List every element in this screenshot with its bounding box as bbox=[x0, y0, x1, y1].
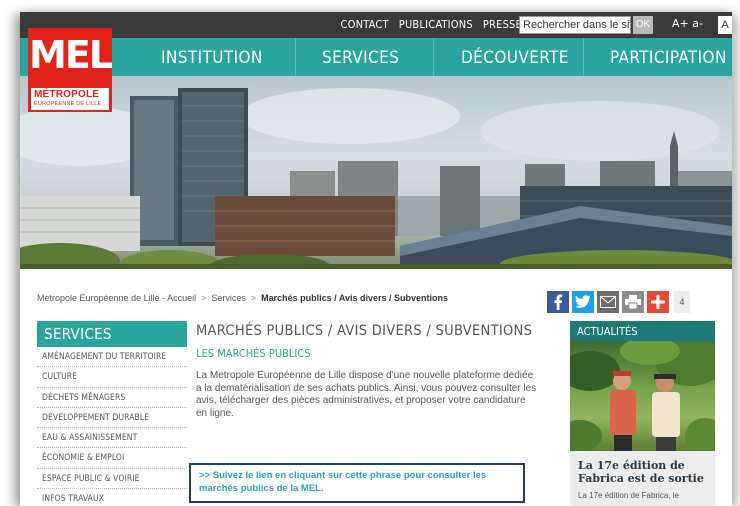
news-photo-illustration bbox=[570, 341, 715, 451]
sidebar-item-economie[interactable]: ÉCONOMIE & EMPLOI bbox=[37, 448, 187, 469]
mail-icon bbox=[600, 296, 616, 308]
logo-wordmark: MEL bbox=[29, 33, 113, 77]
sidebar-item-amenagement[interactable]: AMÉNAGEMENT DU TERRITOIRE bbox=[37, 347, 187, 368]
breadcrumb: Metropole Européenne de Lille - Accueil >… bbox=[37, 293, 448, 303]
sidebar-title: SERVICES bbox=[37, 321, 187, 347]
breadcrumb-separator: > bbox=[201, 293, 207, 303]
nav-services[interactable]: SERVICES bbox=[322, 38, 399, 76]
section-subtitle: LES MARCHÉS PUBLICS bbox=[196, 347, 311, 360]
actualites-photo[interactable] bbox=[570, 341, 715, 451]
nav-institution[interactable]: INSTITUTION bbox=[161, 38, 263, 76]
plus-icon bbox=[651, 295, 665, 309]
logo-europeenne: EUROPÉENNE DE LILLE bbox=[34, 101, 102, 107]
actualites-heading: ACTUALITÉS bbox=[570, 321, 715, 341]
sidebar-item-developpement[interactable]: DÉVELOPPEMENT DURABLE bbox=[37, 408, 187, 429]
page-title: MARCHÉS PUBLICS / AVIS DIVERS / SUBVENTI… bbox=[196, 323, 533, 339]
more-share-button[interactable] bbox=[647, 291, 669, 313]
print-button[interactable] bbox=[622, 291, 644, 313]
breadcrumb-current: Marchés publics / Avis divers / Subventi… bbox=[261, 293, 449, 303]
sidebar-item-eau[interactable]: EAU & ASSAINISSEMENT bbox=[37, 428, 187, 449]
sidebar-item-infos-travaux[interactable]: INFOS TRAVAUX bbox=[37, 489, 187, 506]
share-bar: 4 bbox=[547, 291, 690, 313]
sidebar-item-espace-public[interactable]: ESPACE PUBLIC & VOIRIE bbox=[37, 469, 187, 490]
search-input[interactable]: Rechercher dans le site bbox=[519, 16, 631, 34]
nav-divider bbox=[583, 38, 584, 76]
logo-subtitle-box: MÉTROPOLE EUROPÉENNE DE LILLE bbox=[31, 88, 109, 110]
hero-city-image bbox=[20, 76, 732, 269]
font-size-reset-button[interactable]: A bbox=[718, 16, 732, 34]
publications-link[interactable]: PUBLICATIONS bbox=[399, 18, 473, 31]
facebook-share-button[interactable] bbox=[547, 291, 569, 313]
main-content: MARCHÉS PUBLICS / AVIS DIVERS / SUBVENTI… bbox=[189, 321, 542, 503]
share-count: 4 bbox=[674, 291, 690, 313]
page-frame: CONTACT PUBLICATIONS PRESSE Rechercher d… bbox=[20, 12, 732, 506]
nav-divider bbox=[295, 38, 296, 76]
print-icon bbox=[625, 295, 641, 309]
search-ok-button[interactable]: OK bbox=[633, 16, 653, 34]
nav-participation[interactable]: PARTICIPATION bbox=[610, 38, 727, 76]
services-sidebar: SERVICES AMÉNAGEMENT DU TERRITOIRE CULTU… bbox=[37, 321, 187, 506]
actualites-panel: ACTUALITÉS La 17e édition de Fabrica est… bbox=[570, 321, 715, 506]
breadcrumb-services-link[interactable]: Services bbox=[211, 293, 246, 303]
mel-logo[interactable]: MEL MÉTROPOLE EUROPÉENNE DE LILLE bbox=[28, 28, 113, 112]
top-utility-bar: CONTACT PUBLICATIONS PRESSE Rechercher d… bbox=[20, 12, 732, 38]
email-share-button[interactable] bbox=[597, 291, 619, 313]
main-nav: INSTITUTION SERVICES DÉCOUVERTE PARTICIP… bbox=[20, 38, 732, 76]
marches-publics-link[interactable]: >> Suivez le lien en cliquant sur cette … bbox=[189, 463, 525, 503]
sidebar-item-culture[interactable]: CULTURE bbox=[37, 367, 187, 388]
contact-link[interactable]: CONTACT bbox=[341, 18, 389, 31]
utility-links: CONTACT PUBLICATIONS PRESSE bbox=[341, 18, 522, 31]
breadcrumb-separator: > bbox=[250, 293, 257, 303]
intro-paragraph: La Metropole Européenne de Lille dispose… bbox=[196, 370, 537, 419]
actualites-excerpt: La 17e édition de Fabrica, le bbox=[578, 491, 679, 500]
nav-divider bbox=[433, 38, 434, 76]
sidebar-item-dechets[interactable]: DÉCHETS MÉNAGERS bbox=[37, 388, 187, 408]
nav-decouverte[interactable]: DÉCOUVERTE bbox=[461, 38, 569, 76]
actualites-caption[interactable]: La 17e édition de Fabrica est de sortie bbox=[570, 451, 715, 485]
city-skyline-illustration bbox=[20, 88, 732, 269]
twitter-icon bbox=[575, 295, 591, 308]
font-size-controls[interactable]: A+ a- bbox=[672, 17, 703, 30]
facebook-icon bbox=[554, 294, 563, 310]
logo-metropole: MÉTROPOLE bbox=[34, 89, 100, 100]
twitter-share-button[interactable] bbox=[572, 291, 594, 313]
presse-link[interactable]: PRESSE bbox=[483, 18, 522, 31]
breadcrumb-home-link[interactable]: Metropole Européenne de Lille - Accueil bbox=[37, 293, 196, 303]
